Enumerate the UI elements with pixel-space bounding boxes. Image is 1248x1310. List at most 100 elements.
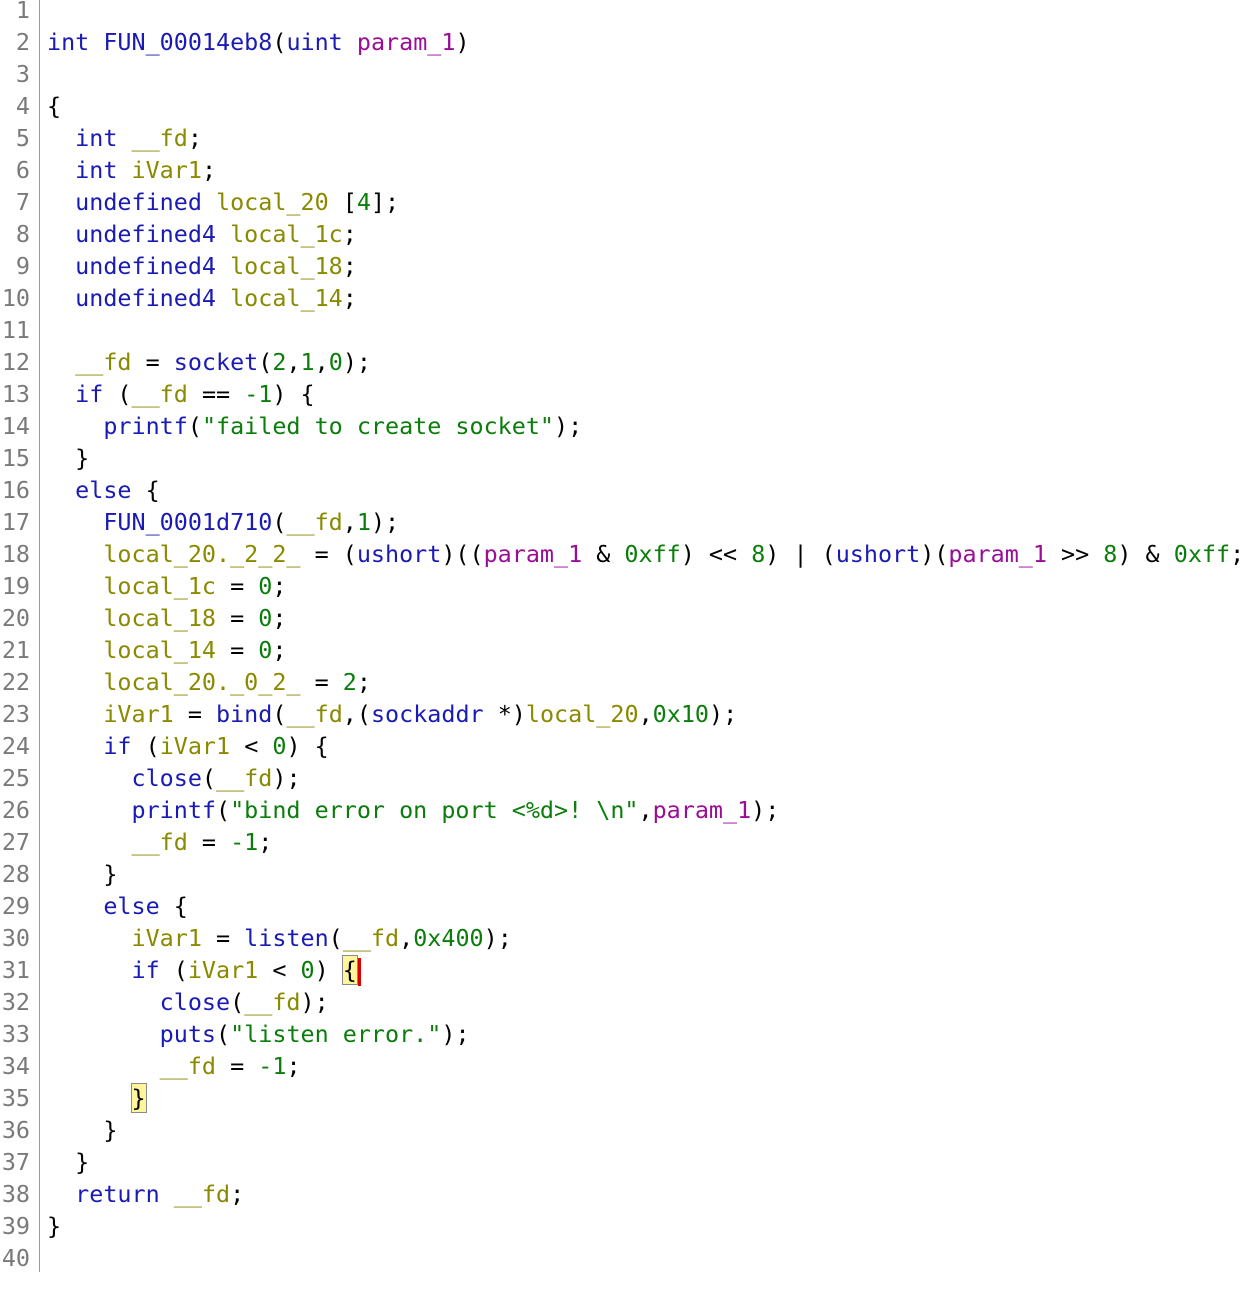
code-token[interactable]: bind bbox=[216, 700, 272, 728]
code-token[interactable] bbox=[117, 124, 131, 152]
code-token[interactable]: )( bbox=[920, 540, 948, 568]
code-text[interactable]: iVar1 = bind(__fd,(sockaddr *)local_20,0… bbox=[47, 698, 737, 730]
code-token[interactable] bbox=[47, 348, 75, 376]
code-token[interactable]: printf bbox=[132, 796, 217, 824]
code-token[interactable]: ( bbox=[272, 700, 286, 728]
code-token[interactable]: ( bbox=[329, 924, 343, 952]
code-token[interactable]: ( bbox=[216, 1020, 230, 1048]
code-token[interactable]: ; bbox=[258, 828, 272, 856]
code-token[interactable]: "bind error on port <%d>! \n" bbox=[230, 796, 638, 824]
code-token[interactable]: local_18 bbox=[103, 604, 216, 632]
code-token[interactable]: { bbox=[160, 892, 188, 920]
code-token[interactable]: 0 bbox=[258, 572, 272, 600]
code-token[interactable]: -1 bbox=[258, 1052, 286, 1080]
code-token[interactable]: close bbox=[132, 764, 202, 792]
code-token[interactable]: listen bbox=[244, 924, 329, 952]
code-token[interactable]: -1 bbox=[230, 828, 258, 856]
code-token[interactable]: __fd bbox=[75, 348, 131, 376]
code-token[interactable]: puts bbox=[160, 1020, 216, 1048]
code-token[interactable]: if bbox=[132, 956, 160, 984]
code-token[interactable]: 0 bbox=[258, 604, 272, 632]
code-token[interactable] bbox=[47, 188, 75, 216]
code-text[interactable]: local_18 = 0; bbox=[47, 602, 286, 634]
code-token[interactable]: ]; bbox=[371, 188, 399, 216]
code-token[interactable] bbox=[47, 668, 103, 696]
code-token[interactable]: FUN_00014eb8 bbox=[103, 28, 272, 56]
code-token[interactable]: printf bbox=[103, 412, 188, 440]
code-token[interactable] bbox=[216, 284, 230, 312]
code-token[interactable]: = bbox=[188, 828, 230, 856]
code-text[interactable]: int iVar1; bbox=[47, 154, 216, 186]
code-token[interactable] bbox=[47, 764, 132, 792]
code-text[interactable]: __fd = socket(2,1,0); bbox=[47, 346, 371, 378]
code-token[interactable]: __fd bbox=[286, 700, 342, 728]
code-text[interactable]: __fd = -1; bbox=[47, 826, 273, 858]
code-token[interactable]: ; bbox=[343, 252, 357, 280]
code-token[interactable]: , bbox=[286, 348, 300, 376]
code-token[interactable] bbox=[343, 28, 357, 56]
code-token[interactable]: int bbox=[75, 124, 117, 152]
code-token[interactable] bbox=[216, 252, 230, 280]
code-token[interactable]: ) | ( bbox=[765, 540, 835, 568]
code-token[interactable]: 0 bbox=[258, 636, 272, 664]
code-token[interactable]: 1 bbox=[301, 348, 315, 376]
code-token[interactable]: = bbox=[202, 924, 244, 952]
code-token[interactable]: [ bbox=[329, 188, 357, 216]
code-token[interactable]: iVar1 bbox=[103, 700, 173, 728]
code-token[interactable] bbox=[47, 1084, 132, 1112]
code-token[interactable]: , bbox=[638, 796, 652, 824]
code-text[interactable]: } bbox=[47, 442, 89, 474]
code-token[interactable]: = bbox=[216, 604, 258, 632]
code-token[interactable]: ( bbox=[258, 348, 272, 376]
code-token[interactable]: ; bbox=[272, 572, 286, 600]
code-token[interactable]: ; bbox=[1230, 540, 1244, 568]
code-token[interactable]: close bbox=[160, 988, 230, 1016]
code-token[interactable]: ); bbox=[441, 1020, 469, 1048]
code-token[interactable] bbox=[47, 412, 103, 440]
code-text[interactable]: puts("listen error."); bbox=[47, 1018, 470, 1050]
code-token[interactable]: 4 bbox=[357, 188, 371, 216]
code-token[interactable]: ushort bbox=[836, 540, 921, 568]
code-token[interactable] bbox=[47, 988, 160, 1016]
code-token[interactable]: 2 bbox=[272, 348, 286, 376]
code-text[interactable]: } bbox=[47, 1114, 117, 1146]
code-token[interactable]: 8 bbox=[751, 540, 765, 568]
code-token[interactable]: } bbox=[47, 444, 89, 472]
code-token[interactable]: local_20._2_2_ bbox=[103, 540, 300, 568]
code-text[interactable]: { bbox=[47, 90, 61, 122]
code-token[interactable] bbox=[47, 476, 75, 504]
code-text[interactable]: } bbox=[47, 1082, 147, 1114]
code-token[interactable]: param_1 bbox=[948, 540, 1047, 568]
code-token[interactable]: __fd bbox=[244, 988, 300, 1016]
code-token[interactable] bbox=[47, 540, 103, 568]
code-text[interactable]: undefined4 local_1c; bbox=[47, 218, 357, 250]
code-text[interactable]: FUN_0001d710(__fd,1); bbox=[47, 506, 399, 538]
code-token[interactable]: } bbox=[47, 1212, 61, 1240]
code-token[interactable]: ; bbox=[343, 284, 357, 312]
code-text[interactable]: else { bbox=[47, 474, 160, 506]
code-token[interactable]: { bbox=[132, 476, 160, 504]
matched-brace[interactable]: } bbox=[130, 1083, 147, 1113]
code-token[interactable]: __fd bbox=[174, 1180, 230, 1208]
code-token[interactable]: ) { bbox=[272, 380, 314, 408]
code-token[interactable]: 0x10 bbox=[653, 700, 709, 728]
code-token[interactable]: = bbox=[301, 668, 343, 696]
code-token[interactable]: ( bbox=[272, 508, 286, 536]
code-token[interactable]: >> bbox=[1047, 540, 1103, 568]
code-token[interactable]: 0xff bbox=[624, 540, 680, 568]
code-token[interactable] bbox=[117, 156, 131, 184]
code-text[interactable]: else { bbox=[47, 890, 188, 922]
code-token[interactable] bbox=[47, 892, 103, 920]
code-text[interactable]: printf("failed to create socket"); bbox=[47, 410, 582, 442]
code-token[interactable] bbox=[216, 220, 230, 248]
code-text[interactable]: return __fd; bbox=[47, 1178, 244, 1210]
code-token[interactable]: __fd bbox=[160, 1052, 216, 1080]
code-token[interactable]: = bbox=[216, 1052, 258, 1080]
code-token[interactable]: = bbox=[216, 572, 258, 600]
code-token[interactable]: 0 bbox=[301, 956, 315, 984]
code-token[interactable]: ,( bbox=[343, 700, 371, 728]
code-text[interactable]: close(__fd); bbox=[47, 986, 329, 1018]
code-text[interactable]: if (iVar1 < 0) { bbox=[47, 954, 361, 986]
code-token[interactable]: } bbox=[47, 1148, 89, 1176]
code-token[interactable]: ( bbox=[160, 956, 188, 984]
